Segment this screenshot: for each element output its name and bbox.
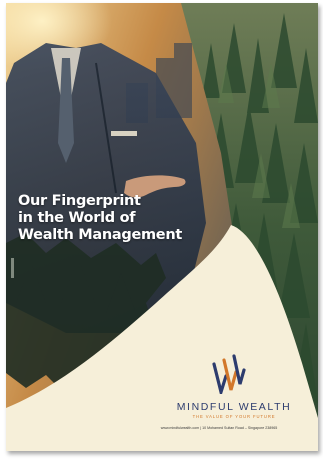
cover-headline: Our Fingerprint in the World of Wealth M… [18, 193, 182, 244]
brand-name: MINDFUL WEALTH [176, 401, 292, 413]
headline-line: in the World of [18, 210, 136, 226]
headline-line: Wealth Management [18, 227, 183, 243]
headline-line: Our Fingerprint [18, 193, 141, 209]
stylized-w-mark-icon [212, 354, 246, 394]
footer-contact: www.mindfulwealth.com | 10 Mohamed Sulta… [160, 426, 278, 430]
brand-tagline: THE VALUE OF YOUR FUTURE [192, 414, 276, 419]
brochure-cover: Our Fingerprint in the World of Wealth M… [6, 3, 318, 451]
